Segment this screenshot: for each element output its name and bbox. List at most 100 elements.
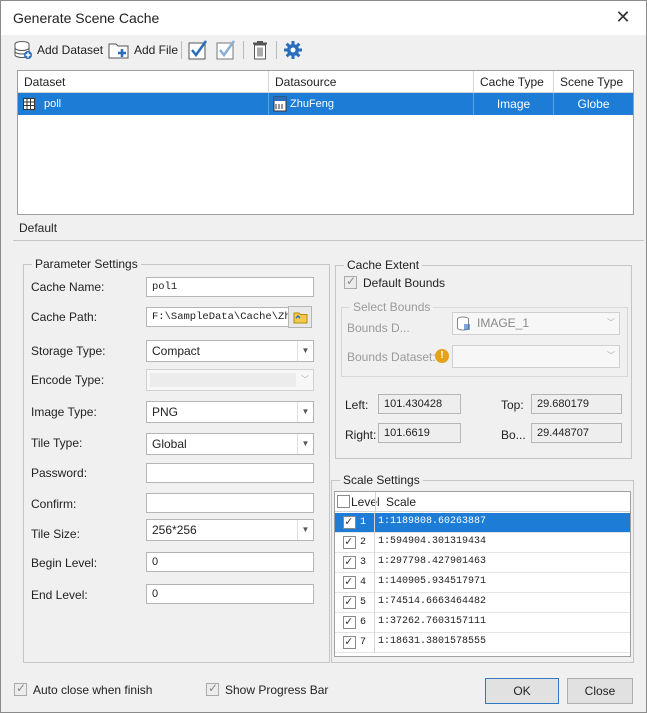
show-progress-checkbox[interactable]: [206, 681, 219, 696]
level-cell: 3: [335, 553, 375, 573]
table-row[interactable]: 6 1:37262.7603157111: [335, 613, 630, 633]
encode-type-select[interactable]: ﹀: [146, 369, 314, 391]
gear-icon: [284, 41, 302, 59]
generate-scene-cache-dialog: Generate Scene Cache ✕ Add Dataset Add F…: [0, 0, 647, 713]
bounds-d-label: Bounds D...: [347, 321, 410, 335]
cache-path-input[interactable]: F:\SampleData\Cache\Zhufeng: [146, 307, 289, 327]
begin-level-input[interactable]: 0: [146, 552, 314, 572]
header-datasource[interactable]: Datasource: [269, 71, 474, 93]
tile-type-select[interactable]: Global ▼: [146, 433, 314, 455]
database-icon: [14, 41, 32, 59]
datasource-icon: [273, 96, 287, 112]
bounds-dataset-label: Bounds Dataset:: [347, 350, 436, 364]
tile-size-select[interactable]: 256*256 ▼: [146, 519, 314, 541]
confirm-input[interactable]: [146, 493, 314, 513]
end-level-label: End Level:: [31, 588, 88, 602]
add-file-button[interactable]: Add File: [108, 38, 178, 62]
level-cell: 4: [335, 573, 375, 593]
tile-type-label: Tile Type:: [31, 436, 83, 450]
level-number: 1: [360, 517, 367, 528]
dataset-name: poll: [44, 98, 62, 110]
close-button[interactable]: Close: [567, 678, 633, 704]
toolbar-separator: [181, 41, 182, 59]
level-number: 5: [360, 597, 367, 608]
level-checkbox[interactable]: [343, 574, 356, 589]
header-cache-type[interactable]: Cache Type: [474, 71, 554, 93]
level-checkbox[interactable]: [343, 594, 356, 609]
window-title: Generate Scene Cache: [13, 10, 160, 26]
level-number: 6: [360, 617, 367, 628]
table-row[interactable]: poll ZhuFeng Image Globe: [18, 93, 633, 115]
level-checkbox[interactable]: [343, 514, 356, 529]
level-cell: 1: [335, 513, 375, 533]
chevron-down-icon: ▼: [297, 434, 313, 454]
add-dataset-label: Add Dataset: [37, 43, 104, 57]
level-cell: 6: [335, 613, 375, 633]
bounds-dataset-select[interactable]: ﹀: [452, 345, 620, 368]
datasource-name: ZhuFeng: [290, 98, 335, 110]
level-number: 3: [360, 557, 367, 568]
right-label: Right:: [345, 428, 377, 442]
storage-type-value: Compact: [152, 344, 201, 358]
storage-type-select[interactable]: Compact ▼: [146, 340, 314, 362]
scale-settings-title: Scale Settings: [340, 473, 423, 487]
end-level-input[interactable]: 0: [146, 584, 314, 604]
cell-cache-type[interactable]: Image: [474, 93, 554, 115]
table-row[interactable]: 4 1:140905.934517971: [335, 573, 630, 593]
chevron-down-icon: ﹀: [607, 351, 615, 360]
default-bounds-checkbox[interactable]: [344, 274, 357, 289]
cell-scene-type[interactable]: Globe: [554, 93, 633, 115]
scale-header: Scale: [386, 495, 417, 509]
cache-name-input[interactable]: pol1: [146, 277, 314, 297]
level-checkbox[interactable]: [343, 634, 356, 649]
scale-value: 1:297798.427901463: [378, 556, 487, 567]
check-invert-icon: [216, 40, 236, 60]
add-dataset-button[interactable]: Add Dataset: [13, 38, 103, 62]
grid-header: Dataset Datasource Cache Type Scene Type: [18, 71, 633, 93]
chevron-down-icon: ▼: [297, 520, 313, 540]
image-type-value: PNG: [152, 405, 179, 419]
scale-value: 1:74514.6663464482: [378, 596, 487, 607]
table-row[interactable]: 2 1:594904.301319434: [335, 533, 630, 553]
level-checkbox[interactable]: [343, 614, 356, 629]
table-row[interactable]: 5 1:74514.6663464482: [335, 593, 630, 613]
header-scene-type[interactable]: Scene Type: [554, 71, 633, 93]
auto-close-checkbox[interactable]: [14, 681, 27, 696]
select-all-levels-checkbox[interactable]: [337, 495, 350, 508]
table-row[interactable]: 7 1:18631.3801578555: [335, 633, 630, 653]
table-row[interactable]: 3 1:297798.427901463: [335, 553, 630, 573]
dataset-grid: Dataset Datasource Cache Type Scene Type…: [17, 70, 634, 215]
settings-button[interactable]: [283, 38, 303, 62]
password-input[interactable]: [146, 463, 314, 483]
add-file-label: Add File: [134, 43, 179, 57]
cell-dataset: poll: [18, 93, 269, 115]
select-all-button[interactable]: [187, 38, 209, 62]
close-icon[interactable]: ✕: [612, 6, 634, 28]
toolbar-separator: [243, 41, 244, 59]
chevron-down-icon: ﹀: [301, 375, 309, 384]
ok-button[interactable]: OK: [485, 678, 559, 704]
level-number: 7: [360, 637, 367, 648]
scale-value: 1:140905.934517971: [378, 576, 487, 587]
storage-type-label: Storage Type:: [31, 344, 106, 358]
scale-table: Level Scale 1 1:1189808.60263887 2 1:594…: [334, 491, 631, 657]
cell-datasource: ZhuFeng: [269, 93, 474, 115]
level-checkbox[interactable]: [343, 554, 356, 569]
scale-table-header: Level Scale: [335, 492, 630, 512]
scale-value: 1:1189808.60263887: [378, 516, 487, 527]
browse-folder-button[interactable]: [288, 306, 312, 328]
folder-icon: [293, 312, 308, 324]
tab-default[interactable]: Default: [17, 221, 59, 235]
image-type-select[interactable]: PNG ▼: [146, 401, 314, 423]
header-dataset[interactable]: Dataset: [18, 71, 269, 93]
delete-button[interactable]: [250, 38, 270, 62]
bounds-datasource-select[interactable]: IMAGE_1 ﹀: [452, 312, 620, 335]
table-row[interactable]: 1 1:1189808.60263887: [335, 513, 630, 533]
invert-selection-button[interactable]: [215, 38, 237, 62]
level-checkbox[interactable]: [343, 534, 356, 549]
toolbar: Add Dataset Add File: [1, 35, 646, 65]
warning-icon: !: [435, 349, 449, 363]
scale-value: 1:594904.301319434: [378, 536, 487, 547]
tile-size-value: 256*256: [152, 523, 197, 537]
chevron-down-icon: ▼: [297, 341, 313, 361]
